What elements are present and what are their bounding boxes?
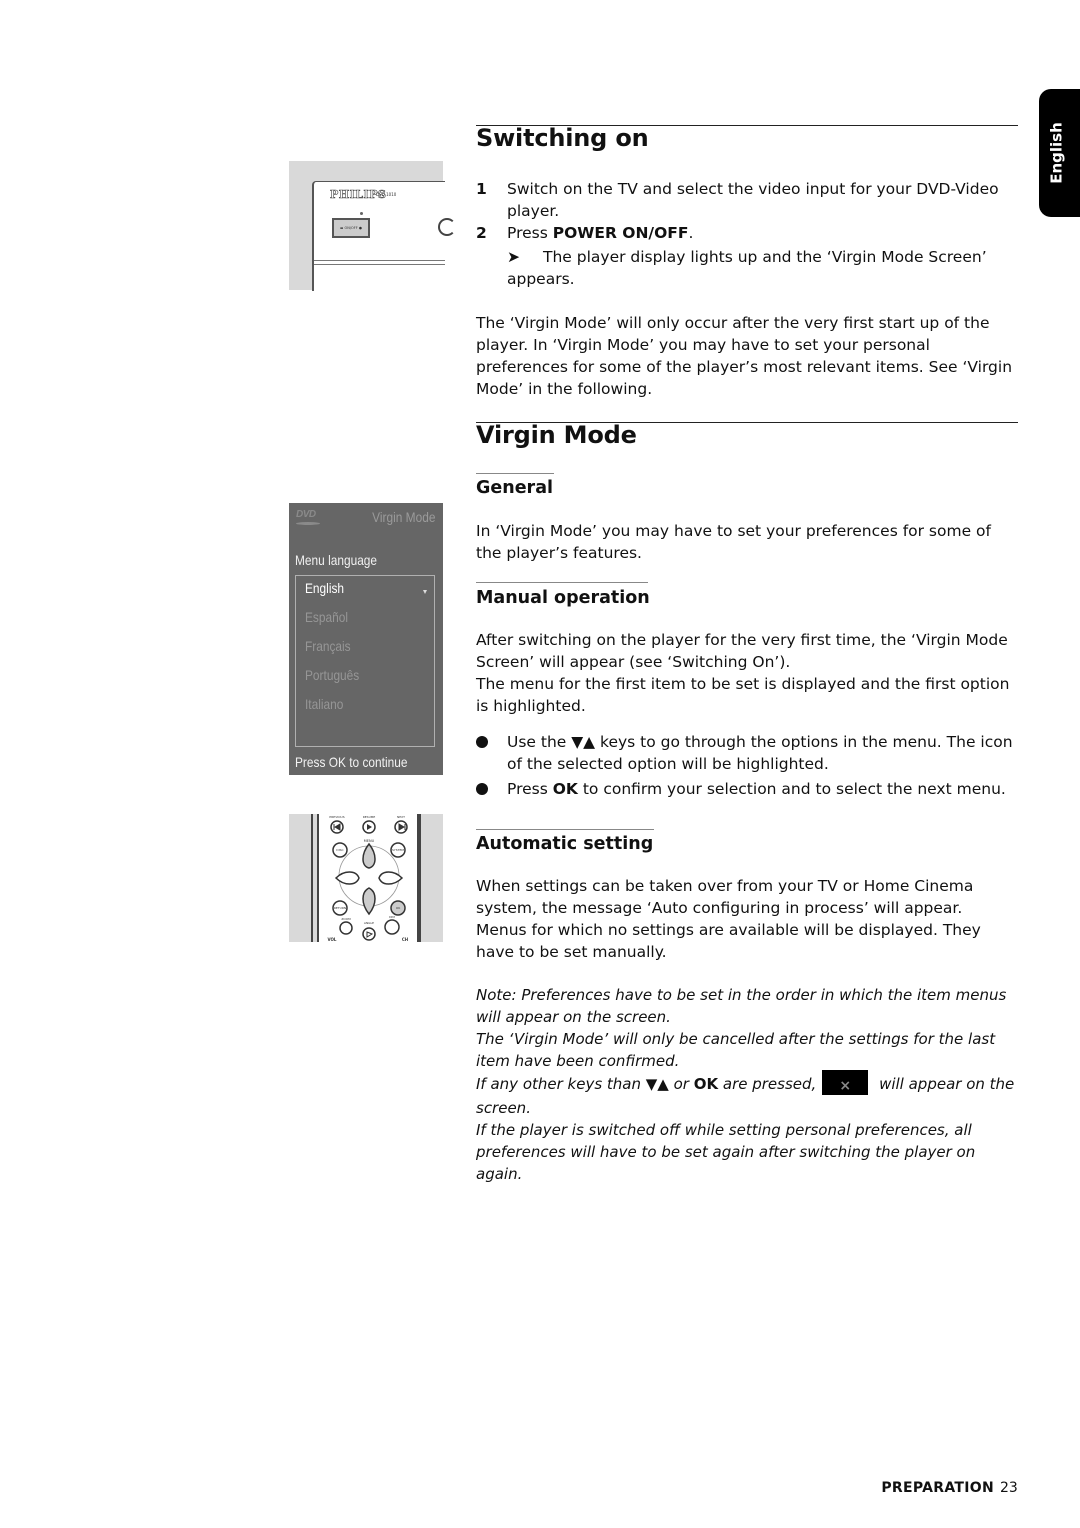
jog-knob-icon [438,218,456,236]
bullet-text-post: to confirm your selection and to select … [577,780,1006,798]
power-button-illustration: ▬ ON/OFF ● [332,218,370,238]
remote-label-dim: DIM [389,915,395,919]
remote-label-resume: RESUME [363,815,376,819]
general-text: In ‘Virgin Mode’ you may have to set you… [476,522,991,562]
general-section: In ‘Virgin Mode’ you may have to set you… [476,520,1018,564]
step-result: ➤ The player display lights up and the ‘V… [476,246,1018,290]
page-number: 23 [1000,1480,1018,1496]
language-options-box: English Español Français Português Itali… [295,575,435,747]
osd-title: Virgin Mode [371,509,435,525]
down-arrow-button-icon [362,887,376,916]
bullet-item: Press OK to confirm your selection and t… [476,778,1018,800]
virgin-mode-osd-illustration: DVD Virgin Mode Menu language English Es… [289,503,443,775]
remote-control-illustration: PREVIOUS RESUME NEXT MENU DISC SYSTEM RE… [289,814,443,942]
automatic-setting-section: When settings can be taken over from you… [476,875,1018,963]
ok-key-label: OK [693,1075,719,1093]
subsection-rule [476,829,654,830]
remote-label-angle: ANGLE [364,921,374,925]
automatic-text-1: When settings can be taken over from you… [476,877,974,917]
step-text-prefix: Press [507,224,553,242]
note-4: If the player is switched off while sett… [476,1121,976,1183]
bullet-item: Use the ▼▲ keys to go through the option… [476,731,1018,775]
remote-label-zoom: ZOOM [341,917,351,921]
manual-text-2: The menu for the first item to be set is… [476,675,1010,715]
automatic-text-2: Menus for which no settings are availabl… [476,921,981,961]
osd-option-italiano: Italiano [305,696,344,712]
automatic-setting-heading: Automatic setting [476,834,654,854]
switching-on-title: Switching on [476,124,649,152]
switching-on-paragraph: The ‘Virgin Mode’ will only occur after … [476,312,1018,400]
dvd-front-panel-illustration: PHILIPS DVD 1010 ▬ ON/OFF ● [289,161,456,291]
ok-key-label: OK [552,780,578,798]
remote-label-next: NEXT [397,815,405,819]
paragraph-text: The ‘Virgin Mode’ will only occur after … [476,314,1013,398]
switching-on-steps: 1 Switch on the TV and select the video … [476,178,1018,290]
result-arrow-icon: ➤ [507,248,520,266]
remote-label-previous: PREVIOUS [329,815,344,819]
osd-option-english: English [305,580,345,596]
subsection-rule [476,582,648,583]
error-x-icon: × [822,1070,869,1095]
divider [314,260,445,261]
osd-option-espanol: Español [305,609,349,625]
note-1: Note: Preferences have to be set in the … [476,986,1007,1026]
osd-footer: Press OK to continue [295,754,408,770]
remote-buttons: PREVIOUS RESUME NEXT MENU DISC SYSTEM RE… [328,815,409,942]
bullet-text-pre: Press [507,780,553,798]
remote-label-menu: MENU [364,839,375,843]
zoom-button-icon [339,921,353,935]
osd-option-portugues: Português [305,667,360,683]
subsection-rule [476,473,554,474]
step-text: Switch on the TV and select the video in… [507,180,999,220]
bullet-icon [476,783,488,795]
general-heading: General [476,478,553,498]
note-2: The ‘Virgin Mode’ will only be cancelled… [476,1030,996,1070]
osd-heading: Menu language [295,552,378,568]
remote-label-return: RETURN [334,906,346,910]
panel-face: PHILIPS DVD 1010 ▬ ON/OFF ● [312,181,456,291]
remote-label-system: SYSTEM [392,848,404,852]
power-key-label: POWER ON/OFF [552,224,689,242]
step-text-suffix: . [688,224,694,242]
dim-button-icon [384,919,400,935]
osd-option-francais: Français [305,638,351,654]
manual-text-1: After switching on the player for the ve… [476,631,1008,671]
divider [314,264,445,265]
step-number: 1 [476,180,487,198]
up-arrow-button-icon [362,842,376,869]
step-number: 2 [476,224,487,242]
result-text: The player display lights up and the ‘Vi… [507,248,987,288]
standby-led-icon [360,212,363,215]
note-3: If any other keys than ▼▲ or OK are pres… [476,1070,1018,1119]
step-2: 2 Press POWER ON/OFF. [476,222,1018,244]
language-tab-label: English [1047,122,1066,184]
note-3-pre: If any other keys than ▼▲ or [476,1075,694,1093]
dropdown-caret-icon [423,590,427,594]
manual-operation-section: After switching on the player for the ve… [476,629,1018,800]
language-tab: English [1039,89,1080,217]
remote-label-disc: DISC [336,848,343,852]
note-3-mid: are pressed, [718,1075,817,1093]
footer-section-label: PREPARATION [881,1480,994,1496]
notes-section: Note: Preferences have to be set in the … [476,984,1018,1185]
bullet-icon [476,736,488,748]
bullet-text: Use the ▼▲ keys to go through the option… [507,733,1013,773]
step-1: 1 Switch on the TV and select the video … [476,178,1018,222]
angle-button-icon [362,927,376,941]
manual-operation-heading: Manual operation [476,588,650,608]
model-label: DVD 1010 [376,192,397,197]
remote-label-vol: VOL [328,937,337,942]
remote-label-ch: CH [402,937,408,942]
x-glyph: × [839,1078,852,1094]
virgin-mode-title: Virgin Mode [476,421,637,449]
dvd-logo-icon: DVD [296,509,320,525]
